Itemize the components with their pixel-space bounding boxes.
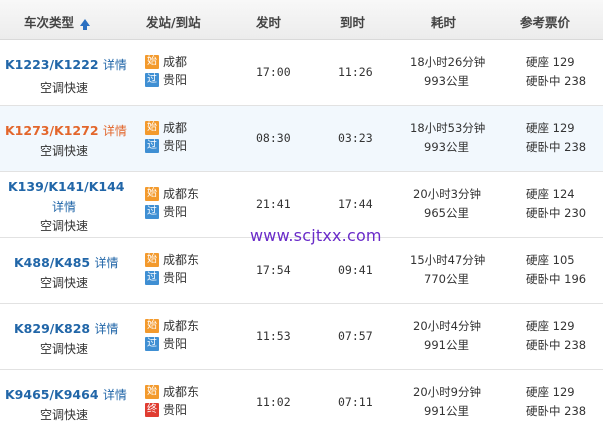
distance: 993公里	[424, 74, 469, 88]
price-sleeper: 硬卧中 196	[526, 272, 587, 286]
duration: 18小时26分钟	[410, 55, 486, 69]
distance: 993公里	[424, 140, 469, 154]
depart-time: 11:53	[256, 329, 291, 343]
price-seat: 硬座 129	[526, 385, 575, 399]
price-sleeper: 硬卧中 238	[526, 140, 587, 154]
column-header-train[interactable]: 车次类型	[24, 12, 91, 31]
price-seat: 硬座 129	[526, 121, 575, 135]
distance: 991公里	[424, 338, 469, 352]
duration: 18小时53分钟	[410, 121, 486, 135]
detail-link[interactable]: 详情	[94, 322, 118, 336]
train-number-link[interactable]: K139/K141/K144	[8, 179, 124, 194]
arrive-time: 07:11	[338, 395, 373, 409]
to-station: 过贵阳	[145, 139, 188, 153]
price-sleeper: 硬卧中 238	[526, 74, 587, 88]
detail-link[interactable]: 详情	[52, 198, 76, 215]
train-type: 空调快速	[40, 408, 89, 422]
start-badge-icon: 始	[145, 121, 159, 135]
table-row: K829/K828 详情 空调快速 始成都东 过贵阳 11:53 07:57 2…	[0, 304, 603, 370]
end-badge-icon: 终	[145, 403, 159, 417]
table-row: K9465/K9464 详情 空调快速 始成都东 终贵阳 11:02 07:11…	[0, 370, 603, 432]
train-number-cell[interactable]: K829/K828 详情	[14, 320, 119, 337]
price-sleeper: 硬卧中 230	[526, 206, 587, 220]
price-seat: 硬座 105	[526, 253, 575, 267]
arrive-time: 11:26	[338, 65, 373, 79]
price-seat: 硬座 129	[526, 55, 575, 69]
price-seat: 硬座 124	[526, 187, 575, 201]
start-badge-icon: 始	[145, 55, 159, 69]
pass-badge-icon: 过	[145, 271, 159, 285]
to-station: 过贵阳	[145, 73, 188, 87]
from-station: 始成都	[145, 55, 188, 69]
train-number-cell[interactable]: K1273/K1272 详情	[5, 122, 127, 139]
from-station: 始成都东	[145, 253, 200, 267]
sort-up-icon[interactable]	[80, 19, 91, 30]
price-sleeper: 硬卧中 238	[526, 404, 587, 418]
column-header-arrive: 到时	[340, 15, 366, 30]
to-station: 过贵阳	[145, 337, 188, 351]
train-number-link[interactable]: K1273/K1272	[5, 123, 99, 138]
depart-time: 11:02	[256, 395, 291, 409]
table-row: K1223/K1222 详情 空调快速 始成都 过贵阳 17:00 11:26 …	[0, 40, 603, 106]
depart-time: 21:41	[256, 197, 291, 211]
column-header-duration: 耗时	[431, 15, 457, 30]
from-station: 始成都东	[145, 385, 200, 399]
duration: 15小时47分钟	[410, 253, 486, 267]
detail-link[interactable]: 详情	[94, 256, 118, 270]
column-header-depart: 发时	[256, 15, 282, 30]
to-station: 终贵阳	[145, 403, 188, 417]
detail-link[interactable]: 详情	[103, 58, 127, 72]
detail-link[interactable]: 详情	[103, 124, 127, 138]
from-station: 始成都东	[145, 187, 200, 201]
price-sleeper: 硬卧中 238	[526, 338, 587, 352]
from-station: 始成都	[145, 121, 188, 135]
pass-badge-icon: 过	[145, 205, 159, 219]
arrive-time: 17:44	[338, 197, 373, 211]
start-badge-icon: 始	[145, 253, 159, 267]
pass-badge-icon: 过	[145, 139, 159, 153]
train-number-cell[interactable]: K1223/K1222 详情	[5, 56, 127, 73]
train-type: 空调快速	[40, 81, 89, 95]
arrive-time: 09:41	[338, 263, 373, 277]
train-type: 空调快速	[40, 144, 89, 158]
pass-badge-icon: 过	[145, 337, 159, 351]
to-station: 过贵阳	[145, 271, 188, 285]
train-type: 空调快速	[40, 276, 89, 290]
column-header-station: 发站/到站	[146, 15, 201, 30]
pass-badge-icon: 过	[145, 73, 159, 87]
start-badge-icon: 始	[145, 187, 159, 201]
start-badge-icon: 始	[145, 319, 159, 333]
start-badge-icon: 始	[145, 385, 159, 399]
train-number-link[interactable]: K9465/K9464	[5, 387, 99, 402]
to-station: 过贵阳	[145, 205, 188, 219]
depart-time: 08:30	[256, 131, 291, 145]
arrive-time: 03:23	[338, 131, 373, 145]
train-number-link[interactable]: K1223/K1222	[5, 57, 99, 72]
train-number-cell[interactable]: K488/K485 详情	[14, 254, 119, 271]
detail-link[interactable]: 详情	[103, 388, 127, 402]
table-row: K1273/K1272 详情 空调快速 始成都 过贵阳 08:30 03:23 …	[0, 106, 603, 172]
depart-time: 17:54	[256, 263, 291, 277]
price-seat: 硬座 129	[526, 319, 575, 333]
duration: 20小时3分钟	[413, 187, 481, 201]
distance: 770公里	[424, 272, 469, 286]
distance: 965公里	[424, 206, 469, 220]
train-number-cell[interactable]: K9465/K9464 详情	[5, 386, 127, 403]
table-header: 车次类型 发站/到站 发时 到时 耗时 参考票价	[0, 0, 603, 40]
train-number-link[interactable]: K829/K828	[14, 321, 90, 336]
arrive-time: 07:57	[338, 329, 373, 343]
from-station: 始成都东	[145, 319, 200, 333]
train-number-link[interactable]: K488/K485	[14, 255, 90, 270]
train-type: 空调快速	[40, 342, 89, 356]
distance: 991公里	[424, 404, 469, 418]
train-type: 空调快速	[40, 219, 89, 233]
duration: 20小时9分钟	[413, 385, 481, 399]
depart-time: 17:00	[256, 65, 291, 79]
duration: 20小时4分钟	[413, 319, 481, 333]
table-row: K488/K485 详情 空调快速 始成都东 过贵阳 17:54 09:41 1…	[0, 238, 603, 304]
site-watermark: www.scjtxx.com	[250, 226, 382, 245]
column-header-price: 参考票价	[520, 15, 571, 30]
